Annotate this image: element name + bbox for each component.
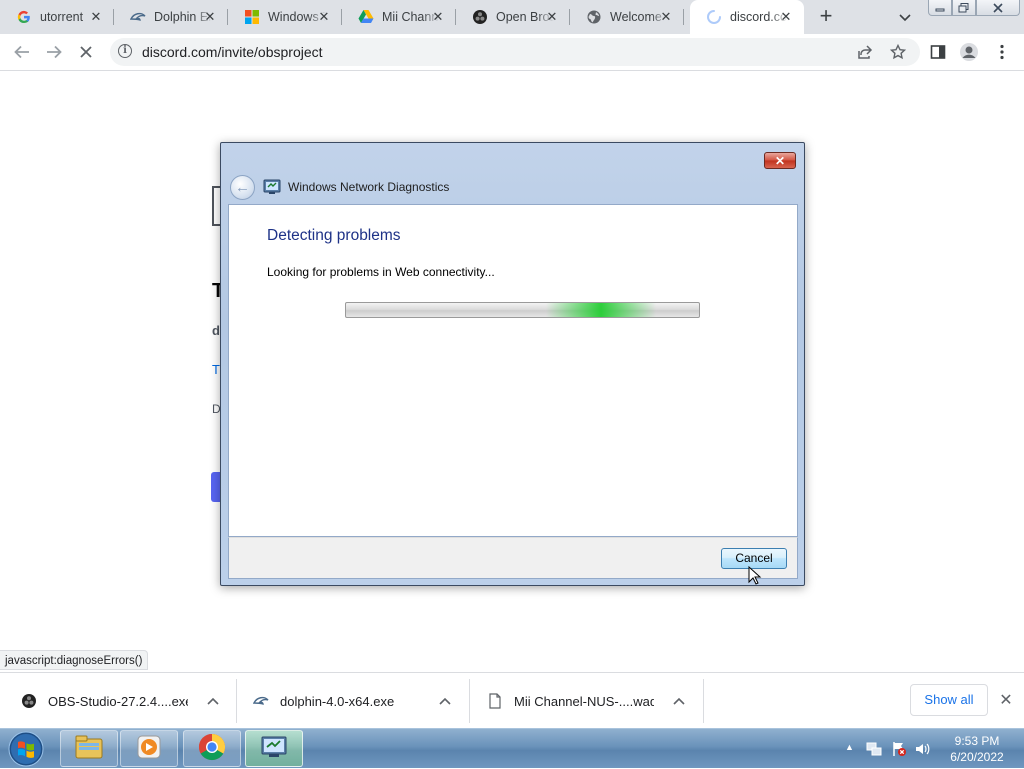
mouse-pointer-icon xyxy=(748,565,762,586)
folder-icon xyxy=(74,734,104,763)
loading-spinner-icon xyxy=(706,9,722,25)
tab-separator xyxy=(683,9,684,25)
profile-avatar-icon[interactable] xyxy=(959,42,979,62)
tab-close-icon[interactable]: ✕ xyxy=(430,9,446,25)
dolphin-icon xyxy=(252,692,270,710)
restore-icon[interactable] xyxy=(952,0,976,16)
tab-welcome[interactable]: Welcome ✕ xyxy=(570,0,684,34)
tab-close-icon[interactable]: ✕ xyxy=(88,9,104,25)
network-diagnostics-icon xyxy=(263,179,281,195)
network-diagnostics-dialog: ✕ ← Windows Network Diagnostics Detectin… xyxy=(220,142,805,586)
network-diagnostics-taskbar-button[interactable] xyxy=(245,730,303,767)
more-menu-icon[interactable] xyxy=(992,42,1012,62)
chevron-up-icon[interactable] xyxy=(436,692,454,710)
download-item[interactable]: Mii Channel-NUS-....wad xyxy=(486,673,688,729)
download-separator xyxy=(703,679,704,723)
minimize-icon[interactable] xyxy=(928,0,952,16)
tab-strip: utorrent ✕ Dolphin Emulator ✕ Windows 7 … xyxy=(0,0,1024,34)
dialog-status-text: Looking for problems in Web connectivity… xyxy=(267,265,495,279)
google-g-icon xyxy=(16,9,32,25)
explorer-taskbar-button[interactable] xyxy=(60,730,118,767)
volume-icon[interactable] xyxy=(914,741,930,757)
share-icon[interactable] xyxy=(855,42,875,62)
taskbar: ▲ 9:53 PM 6/20/2022 xyxy=(0,728,1024,768)
tab-close-icon[interactable]: ✕ xyxy=(544,9,560,25)
dialog-content: Detecting problems Looking for problems … xyxy=(228,204,798,537)
chrome-taskbar-button[interactable] xyxy=(183,730,241,767)
window-close-icon[interactable] xyxy=(976,0,1020,16)
show-all-downloads-button[interactable]: Show all xyxy=(910,684,988,716)
clock-time: 9:53 PM xyxy=(954,734,1000,748)
dialog-close-button[interactable]: ✕ xyxy=(764,152,796,169)
tab-mii-channel[interactable]: Mii Channel ✕ xyxy=(342,0,456,34)
tab-close-icon[interactable]: ✕ xyxy=(658,9,674,25)
globe-icon xyxy=(586,9,602,25)
dialog-title: Windows Network Diagnostics xyxy=(288,180,450,194)
download-item[interactable]: OBS-Studio-27.2.4....exe xyxy=(20,673,222,729)
downloads-shelf: OBS-Studio-27.2.4....exe dolphin-4.0-x64… xyxy=(0,672,1024,728)
progress-marquee-glow xyxy=(546,303,656,317)
download-filename: Mii Channel-NUS-....wad xyxy=(514,693,654,709)
google-drive-icon xyxy=(358,9,374,25)
page-subtitle-fragment: d xyxy=(212,323,220,338)
show-hidden-icons-icon[interactable]: ▲ xyxy=(845,742,855,752)
tab-discord[interactable]: discord.com ✕ xyxy=(690,0,804,34)
window-controls xyxy=(928,0,1020,18)
new-tab-button[interactable]: + xyxy=(814,5,838,29)
file-icon xyxy=(486,692,504,710)
chrome-icon xyxy=(197,732,227,765)
obs-icon xyxy=(472,9,488,25)
start-button[interactable] xyxy=(5,729,47,769)
download-filename: dolphin-4.0-x64.exe xyxy=(280,693,395,709)
tab-close-icon[interactable]: ✕ xyxy=(202,9,218,25)
tab-search-chevron-icon[interactable] xyxy=(896,8,914,26)
network-diagnostics-icon xyxy=(260,735,288,762)
link-status-bubble: javascript:diagnoseErrors() xyxy=(0,650,149,670)
forward-arrow-icon[interactable] xyxy=(42,40,66,64)
tab-close-icon[interactable]: ✕ xyxy=(316,9,332,25)
tab-close-icon[interactable]: ✕ xyxy=(778,9,794,25)
download-item[interactable]: dolphin-4.0-x64.exe xyxy=(252,673,454,729)
obs-icon xyxy=(20,692,38,710)
address-bar[interactable]: i discord.com/invite/obsproject xyxy=(110,38,920,66)
dialog-footer: Cancel xyxy=(228,537,798,579)
site-info-icon[interactable]: i xyxy=(118,44,132,58)
download-separator xyxy=(469,679,470,723)
browser-toolbar: i discord.com/invite/obsproject xyxy=(0,34,1024,71)
media-player-icon xyxy=(135,733,163,764)
chevron-up-icon[interactable] xyxy=(204,692,222,710)
system-clock[interactable]: 9:53 PM 6/20/2022 xyxy=(938,733,1016,765)
side-panel-icon[interactable] xyxy=(928,42,948,62)
dolphin-icon xyxy=(130,9,146,25)
close-shelf-icon[interactable]: ✕ xyxy=(996,691,1016,711)
chevron-up-icon[interactable] xyxy=(670,692,688,710)
stop-loading-icon[interactable] xyxy=(74,40,98,64)
dialog-heading: Detecting problems xyxy=(267,227,401,244)
network-tray-icon[interactable] xyxy=(866,741,882,757)
download-filename: OBS-Studio-27.2.4....exe xyxy=(48,693,188,709)
action-center-warning-icon[interactable] xyxy=(891,741,907,757)
back-arrow-icon[interactable] xyxy=(10,40,34,64)
clock-date: 6/20/2022 xyxy=(950,750,1004,764)
tab-obs[interactable]: Open Broadcaster ✕ xyxy=(456,0,570,34)
download-separator xyxy=(236,679,237,723)
url-text: discord.com/invite/obsproject xyxy=(142,44,323,60)
tab-utorrent[interactable]: utorrent ✕ xyxy=(0,0,114,34)
bookmark-star-icon[interactable] xyxy=(888,42,908,62)
tab-windows[interactable]: Windows 7 ✕ xyxy=(228,0,342,34)
tab-dolphin[interactable]: Dolphin Emulator ✕ xyxy=(114,0,228,34)
media-player-taskbar-button[interactable] xyxy=(120,730,178,767)
progress-bar xyxy=(345,302,700,318)
windows-logo-icon xyxy=(244,9,260,25)
back-arrow-icon[interactable]: ← xyxy=(230,175,255,200)
page-link-fragment[interactable]: T xyxy=(212,362,220,377)
